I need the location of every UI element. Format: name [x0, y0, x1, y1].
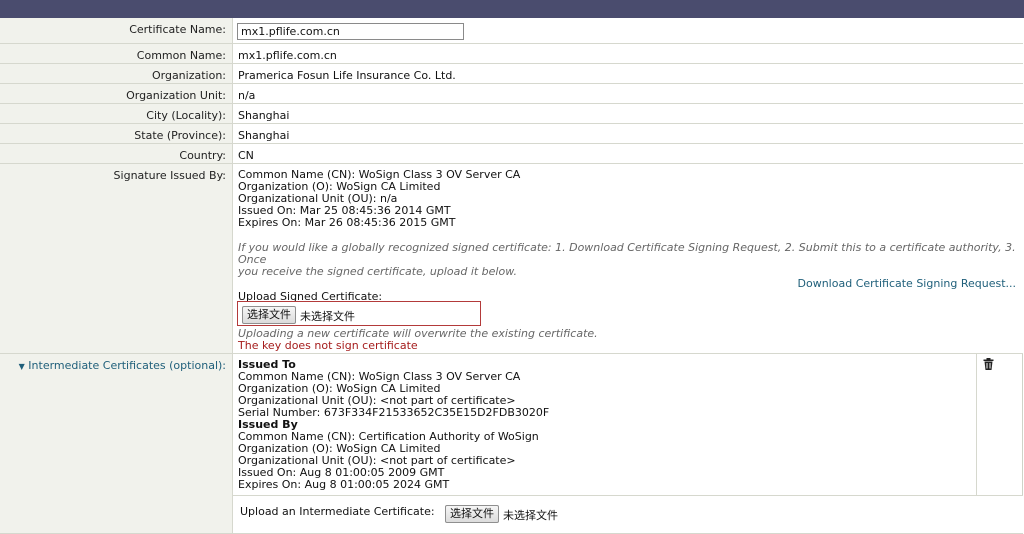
choose-file-button[interactable]: 选择文件: [242, 306, 296, 324]
organization-text: Pramerica Fosun Life Insurance Co. Ltd.: [238, 69, 456, 82]
signature-expires-on: Expires On: Mar 26 08:45:36 2015 GMT: [238, 216, 456, 229]
state-label: State (Province):: [0, 124, 233, 144]
organization-value: Pramerica Fosun Life Insurance Co. Ltd.: [233, 64, 1023, 84]
country-value: CN: [233, 144, 1023, 164]
upload-intermediate-label: Upload an Intermediate Certificate:: [240, 505, 435, 518]
common-name-value: mx1.pflife.com.cn: [233, 44, 1023, 64]
issued-by-expires-on: Expires On: Aug 8 01:00:05 2024 GMT: [238, 478, 450, 491]
no-intermediate-file-text: 未选择文件: [503, 509, 558, 522]
state-label-text: State (Province):: [134, 129, 226, 142]
intermediate-certs-label[interactable]: ▼ Intermediate Certificates (optional):: [0, 354, 233, 534]
issued-to-serial: Serial Number: 673F334F21533652C35E15D2F…: [238, 406, 550, 419]
certificate-name-label: Certificate Name:: [0, 18, 233, 44]
city-text: Shanghai: [238, 109, 290, 122]
delete-intermediate-cell: [976, 354, 1023, 496]
signature-label-text: Signature Issued By:: [113, 169, 226, 182]
org-unit-label-text: Organization Unit:: [126, 89, 226, 102]
organization-label: Organization:: [0, 64, 233, 84]
download-csr-link[interactable]: Download Certificate Signing Request...: [780, 277, 1016, 290]
city-value: Shanghai: [233, 104, 1023, 124]
org-unit-text: n/a: [238, 89, 256, 102]
collapse-triangle-icon[interactable]: ▼: [19, 362, 25, 371]
city-label-text: City (Locality):: [146, 109, 226, 122]
signed-cert-file-input[interactable]: 选择文件 未选择文件: [237, 301, 481, 326]
common-name-text: mx1.pflife.com.cn: [238, 49, 337, 62]
upload-intermediate-row: Upload an Intermediate Certificate: 选择文件…: [233, 496, 1023, 534]
window-header-bar: [0, 0, 1024, 18]
common-name-label: Common Name:: [0, 44, 233, 64]
country-label-text: Country:: [179, 149, 226, 162]
intermediate-cert-details: Issued To Common Name (CN): WoSign Class…: [233, 354, 976, 496]
common-name-label-text: Common Name:: [136, 49, 226, 62]
country-label: Country:: [0, 144, 233, 164]
certificate-name-input[interactable]: mx1.pflife.com.cn: [237, 23, 464, 40]
state-text: Shanghai: [238, 129, 290, 142]
org-unit-label: Organization Unit:: [0, 84, 233, 104]
state-value: Shanghai: [233, 124, 1023, 144]
signature-issued-by-label: Signature Issued By:: [0, 164, 233, 354]
organization-label-text: Organization:: [151, 69, 226, 82]
certificate-name-label-text: Certificate Name:: [129, 23, 226, 36]
trash-icon[interactable]: [983, 358, 994, 370]
intermediate-certs-toggle[interactable]: Intermediate Certificates (optional):: [28, 359, 226, 372]
org-unit-value: n/a: [233, 84, 1023, 104]
csr-hint-line1: If you would like a globally recognized …: [238, 241, 1016, 266]
city-label: City (Locality):: [0, 104, 233, 124]
country-text: CN: [238, 149, 254, 162]
no-file-chosen-text: 未选择文件: [300, 310, 355, 323]
choose-intermediate-file-button[interactable]: 选择文件: [445, 505, 499, 523]
key-error-message: The key does not sign certificate: [238, 339, 418, 352]
